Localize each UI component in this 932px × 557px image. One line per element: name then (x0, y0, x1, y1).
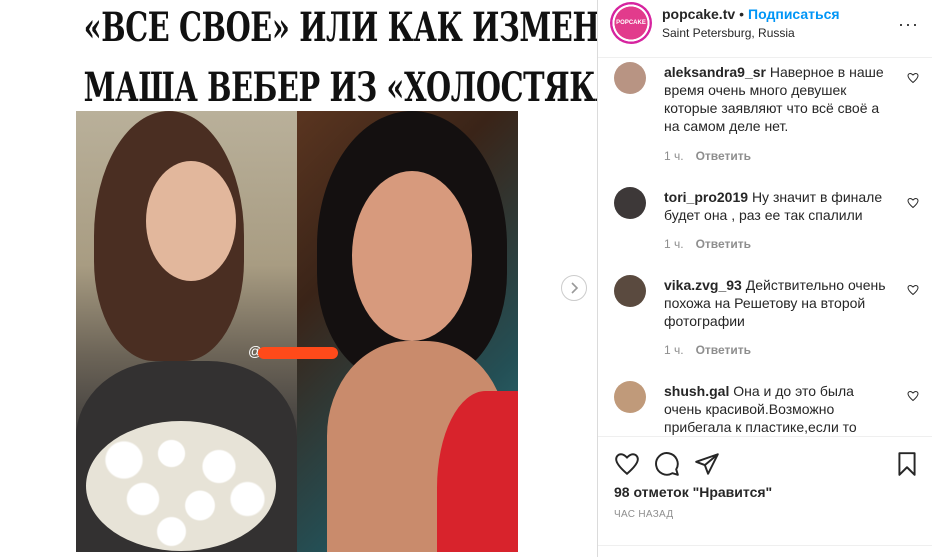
post-media: «ВСЕ СВОЕ» ИЛИ КАК ИЗМЕНИЛАСЬ МАША ВЕБЕР… (0, 0, 597, 557)
post-timestamp: ЧАС НАЗАД (614, 509, 674, 520)
likes-count[interactable]: 98 отметок "Нравится" (614, 484, 772, 500)
heart-icon[interactable] (614, 451, 640, 477)
comment-text: aleksandra9_sr Наверное в наше время оче… (664, 63, 894, 135)
reply-button[interactable]: Ответить (696, 149, 751, 163)
post-sidebar: POPCAKE popcake.tv • Подписаться Saint Pet… (597, 0, 932, 557)
comment-text: vika.zvg_93 Действительно очень похожа н… (664, 276, 894, 330)
reply-button[interactable]: Ответить (696, 237, 751, 251)
comment-time: 1 ч. (664, 149, 684, 163)
comment-text: shush.gal Она и до это была очень красив… (664, 382, 894, 436)
avatar[interactable] (614, 187, 646, 219)
username-link[interactable]: popcake.tv (662, 6, 735, 22)
post-actions: 98 отметок "Нравится" ЧАС НАЗАД (598, 436, 932, 557)
comment-meta: 1 ч. Ответить (664, 343, 751, 357)
location-link[interactable]: Saint Petersburg, Russia (662, 26, 795, 40)
comment-username[interactable]: aleksandra9_sr (664, 64, 766, 80)
avatar[interactable]: POPCAKE (610, 2, 652, 44)
comment-username[interactable]: vika.zvg_93 (664, 277, 742, 293)
avatar[interactable] (614, 275, 646, 307)
share-icon[interactable] (694, 451, 720, 477)
comment-icon[interactable] (654, 451, 680, 477)
comment-meta: 1 ч. Ответить (664, 149, 751, 163)
headline-line-2: МАША ВЕБЕР ИЗ «ХОЛОСТЯКА» (83, 64, 597, 111)
chevron-right-icon (571, 282, 579, 294)
comment-text: tori_pro2019 Ну значит в финале будет он… (664, 188, 894, 224)
comment-username[interactable]: tori_pro2019 (664, 189, 748, 205)
reply-button[interactable]: Ответить (696, 343, 751, 357)
avatar-text: POPCAKE (616, 20, 646, 26)
more-options-button[interactable]: ··· (898, 14, 919, 35)
like-comment-icon[interactable] (907, 390, 919, 402)
comments-list: aleksandra9_sr Наверное в наше время оче… (598, 58, 932, 436)
headline-line-1: «ВСЕ СВОЕ» ИЛИ КАК ИЗМЕНИЛАСЬ (83, 4, 597, 51)
comment-time: 1 ч. (664, 237, 684, 251)
photo-before (76, 111, 297, 552)
redaction-bar (258, 347, 338, 359)
separator-dot: • (739, 6, 745, 22)
add-comment-area[interactable] (598, 545, 932, 557)
like-comment-icon[interactable] (907, 197, 919, 209)
user-line: popcake.tv • Подписаться (662, 6, 840, 22)
comment-time: 1 ч. (664, 343, 684, 357)
like-comment-icon[interactable] (907, 284, 919, 296)
photo-after (297, 111, 518, 552)
comment-meta: 1 ч. Ответить (664, 237, 751, 251)
follow-button[interactable]: Подписаться (748, 6, 840, 22)
bookmark-icon[interactable] (894, 451, 920, 477)
avatar[interactable] (614, 381, 646, 413)
next-image-button[interactable] (561, 275, 587, 301)
post-header: POPCAKE popcake.tv • Подписаться Saint Pet… (598, 0, 932, 58)
like-comment-icon[interactable] (907, 72, 919, 84)
avatar[interactable] (614, 62, 646, 94)
comment-username[interactable]: shush.gal (664, 383, 729, 399)
